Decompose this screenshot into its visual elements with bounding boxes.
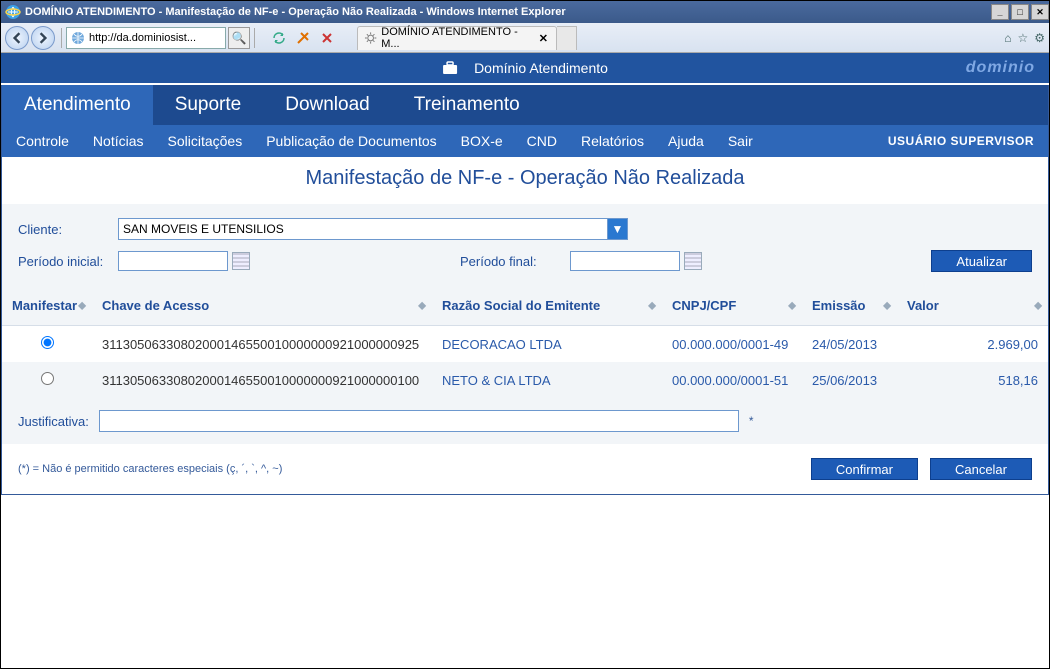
secondary-nav: Controle Notícias Solicitações Publicação d… (2, 125, 1048, 157)
tools-icon[interactable]: ⚙ (1034, 31, 1045, 45)
search-button[interactable]: 🔍 (228, 27, 250, 49)
browser-tab[interactable]: DOMÍNIO ATENDIMENTO - M... ✕ (357, 26, 557, 50)
primary-nav: AtendimentoSuporteDownloadTreinamento (2, 85, 1048, 125)
brand-logo: dominio (966, 59, 1035, 77)
sort-icon: ◆ (883, 300, 891, 311)
sort-icon: ◆ (788, 300, 796, 311)
cell-emissao: 25/06/2013 (802, 362, 897, 398)
app-header: Domínio Atendimento dominio (1, 53, 1049, 85)
window-title: DOMÍNIO ATENDIMENTO - Manifestação de NF… (25, 6, 989, 18)
cell-cnpj: 00.000.000/0001-49 (662, 326, 802, 363)
cell-emissao: 24/05/2013 (802, 326, 897, 363)
calendar-icon[interactable] (232, 252, 250, 270)
column-header[interactable]: Emissão◆ (802, 286, 897, 326)
table-row: 3113050633080200014655001000000092100000… (2, 362, 1048, 398)
back-button[interactable] (5, 26, 29, 50)
filter-panel: Cliente: ▼ Período inicial: Período fina… (2, 204, 1048, 286)
search-icon: 🔍 (232, 31, 247, 45)
secondary-nav-item[interactable]: Publicação de Documentos (266, 133, 436, 149)
justificativa-label: Justificativa: (18, 414, 89, 429)
periodo-inicial-input[interactable] (118, 251, 228, 271)
window-maximize-button[interactable]: □ (1011, 4, 1029, 20)
column-header[interactable]: Chave de Acesso◆ (92, 286, 432, 326)
manifestar-radio[interactable] (41, 336, 54, 349)
cell-chave: 3113050633080200014655001000000092100000… (92, 362, 432, 398)
gear-icon (364, 31, 377, 45)
window-close-button[interactable]: ✕ (1031, 4, 1049, 20)
column-header[interactable]: CNPJ/CPF◆ (662, 286, 802, 326)
confirmar-button[interactable]: Confirmar (811, 458, 918, 480)
secondary-nav-item[interactable]: Controle (16, 133, 69, 149)
new-tab-button[interactable] (557, 26, 577, 50)
address-bar[interactable]: http://da.dominiosist... (66, 27, 226, 49)
cliente-input[interactable] (118, 218, 608, 240)
compat-button[interactable] (293, 28, 313, 48)
window-minimize-button[interactable]: _ (991, 4, 1009, 20)
refresh-button[interactable] (269, 28, 289, 48)
tab-close-button[interactable]: ✕ (539, 32, 548, 45)
manifestar-radio[interactable] (41, 372, 54, 385)
favorites-icon[interactable]: ☆ (1017, 31, 1028, 45)
periodo-final-input[interactable] (570, 251, 680, 271)
cell-razao[interactable]: NETO & CIA LTDA (432, 362, 662, 398)
column-header[interactable]: Valor◆ (897, 286, 1048, 326)
justificativa-row: Justificativa: * (2, 398, 1048, 444)
url-text: http://da.dominiosist... (89, 32, 196, 44)
cliente-dropdown-button[interactable]: ▼ (608, 218, 628, 240)
globe-icon (71, 31, 85, 45)
page-title: Manifestação de NF-e - Operação Não Real… (2, 157, 1048, 204)
user-label: USUÁRIO SUPERVISOR (888, 134, 1034, 148)
cell-valor: 2.969,00 (897, 326, 1048, 363)
primary-nav-item[interactable]: Atendimento (2, 85, 153, 125)
secondary-nav-item[interactable]: Ajuda (668, 133, 704, 149)
secondary-nav-item[interactable]: Sair (728, 133, 753, 149)
cell-cnpj: 00.000.000/0001-51 (662, 362, 802, 398)
cell-razao[interactable]: DECORACAO LTDA (432, 326, 662, 363)
cliente-label: Cliente: (18, 222, 118, 237)
browser-toolbar: http://da.dominiosist... 🔍 DOMÍNIO ATEND… (1, 23, 1049, 53)
forward-button[interactable] (31, 26, 55, 50)
primary-nav-item[interactable]: Suporte (153, 85, 264, 125)
primary-nav-item[interactable]: Treinamento (392, 85, 542, 125)
atualizar-button[interactable]: Atualizar (931, 250, 1032, 272)
required-asterisk: * (749, 414, 754, 428)
secondary-nav-item[interactable]: Solicitações (168, 133, 243, 149)
footer-row: (*) = Não é permitido caracteres especia… (2, 444, 1048, 494)
column-header[interactable]: Razão Social do Emitente◆ (432, 286, 662, 326)
calendar-icon[interactable] (684, 252, 702, 270)
periodo-inicial-label: Período inicial: (18, 254, 118, 269)
ie-icon (5, 4, 21, 20)
cancelar-button[interactable]: Cancelar (930, 458, 1032, 480)
nfe-table: Manifestar◆Chave de Acesso◆Razão Social … (2, 286, 1048, 398)
cell-chave: 3113050633080200014655001000000092100000… (92, 326, 432, 363)
sort-icon: ◆ (418, 300, 426, 311)
column-header[interactable]: Manifestar◆ (2, 286, 92, 326)
sort-icon: ◆ (1034, 300, 1042, 311)
stop-button[interactable] (317, 28, 337, 48)
home-icon[interactable]: ⌂ (1004, 31, 1011, 45)
sort-icon: ◆ (78, 300, 86, 311)
justificativa-input[interactable] (99, 410, 739, 432)
table-row: 3113050633080200014655001000000092100000… (2, 326, 1048, 363)
secondary-nav-item[interactable]: CND (527, 133, 557, 149)
secondary-nav-item[interactable]: BOX-e (461, 133, 503, 149)
app-name: Domínio Atendimento (474, 60, 608, 76)
periodo-final-label: Período final: (460, 254, 570, 269)
secondary-nav-item[interactable]: Notícias (93, 133, 144, 149)
window-titlebar: DOMÍNIO ATENDIMENTO - Manifestação de NF… (1, 1, 1049, 23)
primary-nav-item[interactable]: Download (263, 85, 392, 125)
briefcase-icon (442, 61, 458, 75)
tab-title: DOMÍNIO ATENDIMENTO - M... (381, 26, 531, 50)
footnote: (*) = Não é permitido caracteres especia… (18, 463, 282, 475)
secondary-nav-item[interactable]: Relatórios (581, 133, 644, 149)
sort-icon: ◆ (648, 300, 656, 311)
cell-valor: 518,16 (897, 362, 1048, 398)
